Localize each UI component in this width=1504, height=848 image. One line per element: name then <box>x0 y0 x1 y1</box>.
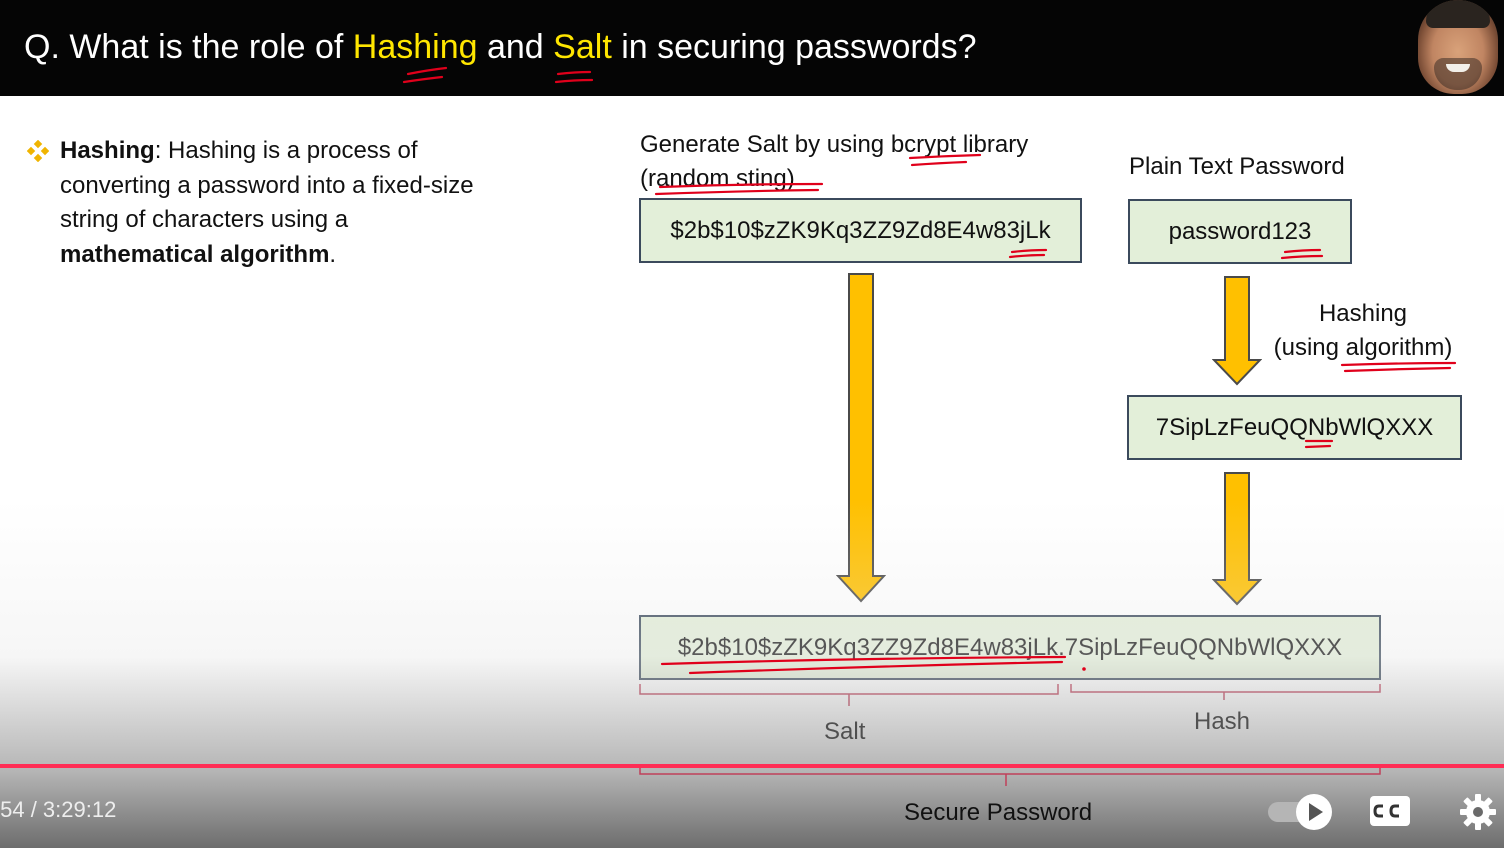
slide-title-bar: Q. What is the role of Hashing and Salt … <box>0 0 1504 96</box>
combined-password-box: $2b$10$zZK9Kq3ZZ9Zd8E4w83jLk.7SipLzFeuQQ… <box>639 615 1381 680</box>
salt-brace <box>639 684 1059 706</box>
plain-password-value: password123 <box>1168 217 1312 245</box>
title-middle: and <box>477 28 554 66</box>
video-time-display: :54 / 3:29:12 <box>0 797 117 822</box>
hash-value: 7SipLzFeuQQNbWlQXXX <box>1155 413 1434 441</box>
hash-brace <box>1070 684 1381 700</box>
salt-value: $2b$10$zZK9Kq3ZZ9Zd8E4w83jLk <box>670 216 1051 244</box>
salt-generation-label: Generate Salt by using bcrypt library (r… <box>640 128 1028 196</box>
hash-value-box: 7SipLzFeuQQNbWlQXXX <box>1127 395 1462 460</box>
hashing-emphasis: mathematical algorithm <box>60 240 330 268</box>
title-highlight-hashing: Hashing <box>352 28 478 66</box>
title-prefix: Q. What is the role of <box>24 28 353 66</box>
hashing-definition: Hashing: Hashing is a process of convert… <box>60 134 490 272</box>
combined-password-value: $2b$10$zZK9Kq3ZZ9Zd8E4w83jLk.7SipLzFeuQQ… <box>677 633 1343 661</box>
hashing-step-label: Hashing (using algorithm) <box>1263 297 1463 365</box>
title-highlight-salt: Salt <box>553 28 612 66</box>
autoplay-toggle-icon[interactable] <box>1266 792 1336 832</box>
secure-password-label: Secure Password <box>904 799 1093 826</box>
salt-label-text: Generate Salt by using <box>640 131 891 158</box>
plain-password-box: password123 <box>1128 199 1352 264</box>
cc-icon[interactable] <box>1368 794 1412 828</box>
plain-text-label: Plain Text Password <box>1129 153 1345 180</box>
hashing-step-line1: Hashing <box>1318 300 1408 327</box>
slide-title: Q. What is the role of Hashing and Salt … <box>24 28 977 67</box>
salt-label-library: bcrypt <box>890 131 957 158</box>
salt-brace-label: Salt <box>824 718 866 745</box>
down-arrow-hashing-icon <box>1212 276 1262 386</box>
hash-brace-label: Hash <box>1194 708 1251 735</box>
down-arrow-hash-icon <box>1212 472 1262 606</box>
salt-label-random: (random sting) <box>640 165 795 192</box>
gear-icon[interactable] <box>1458 792 1498 832</box>
hashing-step-line2: (using algorithm) <box>1273 334 1453 361</box>
diamond-bullet-icon <box>27 140 49 162</box>
down-arrow-salt-icon <box>836 273 886 603</box>
hashing-text-end: . <box>329 240 337 268</box>
title-suffix: in securing passwords? <box>611 28 977 66</box>
salt-label-text-end: library <box>956 131 1029 158</box>
salt-value-box: $2b$10$zZK9Kq3ZZ9Zd8E4w83jLk <box>639 198 1082 263</box>
video-progress-bar[interactable] <box>0 764 1504 768</box>
presenter-avatar <box>1418 0 1498 94</box>
hashing-term: Hashing <box>60 137 155 164</box>
